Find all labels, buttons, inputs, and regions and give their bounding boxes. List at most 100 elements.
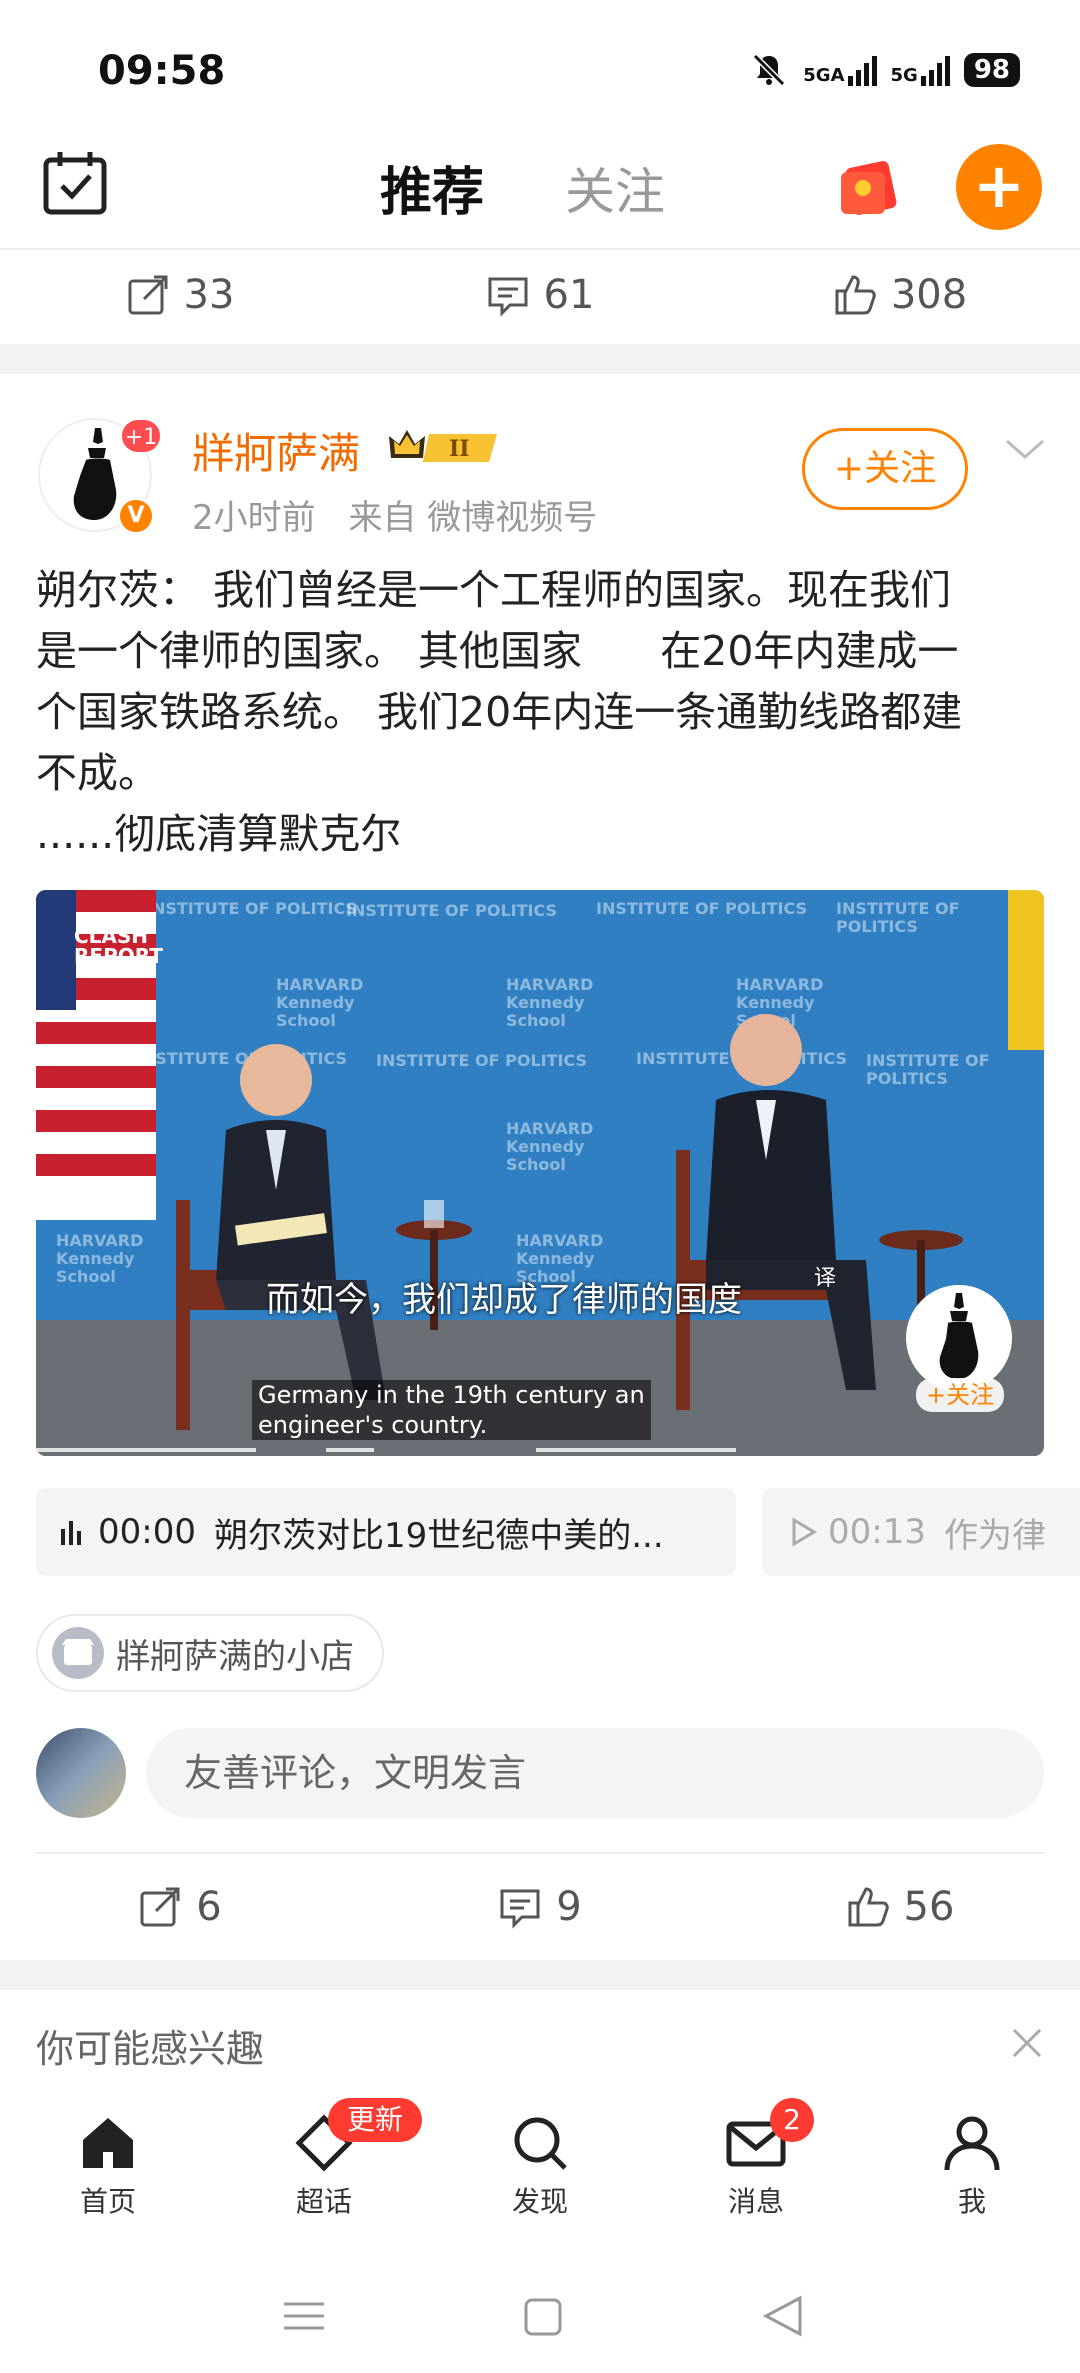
prev-post-actions: 33 61 308 — [0, 250, 1080, 340]
chapter-title: 朔尔茨对比19世纪德中美的... — [213, 1515, 664, 1556]
repost-button[interactable]: 6 — [0, 1862, 360, 1952]
like-count: 56 — [903, 1884, 955, 1930]
user-shop-link[interactable]: 牂牁萨满的小店 — [36, 1614, 384, 1692]
interviewer-figure — [176, 1044, 386, 1430]
video-follow-button[interactable]: +关注 — [916, 1378, 1005, 1412]
avatar-update-badge: +1 — [120, 418, 162, 454]
video-chapter-2[interactable]: 00:13 作为律 — [762, 1488, 1080, 1576]
repost-button[interactable]: 33 — [0, 250, 360, 340]
nav-me[interactable]: 我 — [864, 2100, 1080, 2260]
signal-5g: 5G — [891, 54, 950, 86]
nav-chaohua[interactable]: 超话 更新 — [216, 2098, 432, 2260]
nav-home[interactable]: 首页 — [0, 2100, 216, 2260]
nav-discover-label: 发现 — [511, 2185, 568, 2218]
backdrop-text: HARVARD Kennedy School — [506, 1119, 594, 1174]
top-nav: 推荐 关注 + — [0, 130, 1080, 248]
post-meta: 2小时前 来自 微博视频号 — [192, 490, 597, 539]
like-button[interactable]: 56 — [720, 1862, 1080, 1952]
comment-icon — [500, 1889, 540, 1929]
post-text-line: 是一个律师的国家。 其他国家 在20年内建成一 — [36, 627, 959, 675]
comment-button[interactable]: 9 — [360, 1862, 720, 1952]
repost-count: 33 — [183, 272, 235, 318]
like-button[interactable]: 308 — [720, 250, 1080, 340]
video-author-avatar[interactable] — [906, 1285, 1012, 1391]
comment-button[interactable]: 61 — [360, 250, 720, 340]
nav-chaohua-label: 超话 — [295, 2185, 352, 2218]
like-count: 308 — [890, 272, 968, 318]
backdrop-text: INSTITUTE OF POLITICS — [146, 899, 358, 918]
member-crown-icon: II — [389, 430, 497, 462]
status-icons: 5GA 5G 98 — [749, 50, 1020, 90]
unread-badge: 2 — [770, 2098, 814, 2142]
backdrop-text: INSTITUTE OF POLITICS — [376, 1051, 588, 1070]
system-nav-bar — [284, 2295, 802, 2337]
repost-count: 6 — [196, 1884, 222, 1930]
my-avatar[interactable] — [36, 1728, 126, 1818]
tab-following[interactable]: 关注 — [565, 152, 665, 224]
nav-me-label: 我 — [957, 2185, 986, 2218]
status-bar: 09:58 5GA 5G 98 — [0, 0, 1080, 130]
post-actions: 6 9 56 — [0, 1862, 1080, 1952]
person-icon — [944, 2116, 1000, 2171]
audio-bars-icon — [61, 1521, 81, 1545]
update-badge: 更新 — [328, 2098, 422, 2142]
nav-messages-label: 消息 — [727, 2185, 784, 2218]
post-text-line: 朔尔茨： 我们曾经是一个工程师的国家。现在我们 — [36, 566, 952, 614]
video-progress-bar[interactable] — [36, 1446, 1044, 1456]
home-square-icon[interactable] — [524, 2298, 562, 2336]
red-packet-icon[interactable] — [835, 158, 905, 218]
share-icon — [140, 1887, 180, 1927]
video-subtitle-cn: 而如今，我们却成了律师的国度 — [266, 1280, 742, 1320]
compose-plus-button[interactable]: + — [956, 144, 1042, 230]
share-icon — [128, 275, 168, 315]
yellow-flag-edge — [1008, 890, 1044, 1050]
back-triangle-icon[interactable] — [762, 2295, 802, 2337]
username[interactable]: 牂牁萨满 — [192, 420, 360, 481]
clash-report-watermark: CLASH REPORT — [74, 924, 163, 968]
close-icon[interactable] — [1010, 2026, 1044, 2060]
chapter-time: 00:13 — [828, 1512, 926, 1552]
follow-button[interactable]: +关注 — [802, 428, 968, 510]
backdrop-text: HARVARD Kennedy School — [56, 1231, 144, 1286]
chevron-down-icon[interactable] — [1003, 435, 1047, 465]
mute-bell-icon — [753, 53, 786, 87]
post-text-line: 不成。 — [36, 749, 159, 797]
shop-label: 牂牁萨满的小店 — [116, 1636, 354, 1677]
comment-input[interactable]: 友善评论，文明发言 — [146, 1728, 1044, 1818]
post-separator — [0, 1960, 1080, 1990]
home-icon — [83, 2118, 133, 2168]
comment-icon — [488, 277, 528, 317]
nav-messages[interactable]: 消息 2 — [648, 2098, 864, 2260]
thumbs-up-icon — [835, 275, 876, 315]
battery-indicator: 98 — [963, 53, 1020, 87]
svg-text:II: II — [449, 436, 470, 462]
backdrop-text: INSTITUTE OF POLITICS — [596, 899, 808, 918]
tab-recommend[interactable]: 推荐 — [380, 150, 484, 225]
hand-statue-icon — [939, 1293, 979, 1379]
recommend-section-title: 你可能感兴趣 — [36, 2027, 265, 2071]
post-separator — [0, 344, 1080, 374]
shop-icon — [52, 1627, 104, 1679]
signal-5ga: 5GA — [803, 54, 877, 86]
comment-count: 61 — [543, 272, 595, 318]
bottom-nav: 首页 超话 更新 发现 消息 2 我 — [0, 2098, 1080, 2260]
video-player[interactable]: INSTITUTE OF POLITICS INSTITUTE OF POLIT… — [36, 890, 1044, 1456]
nav-home-label: 首页 — [79, 2185, 136, 2218]
comment-count: 9 — [556, 1884, 582, 1930]
nav-discover[interactable]: 发现 — [432, 2100, 648, 2260]
status-time: 09:58 — [98, 48, 226, 94]
video-subtitle-en: Germany in the 19th century an engineer'… — [252, 1380, 651, 1440]
translate-mark: 译 — [814, 1266, 837, 1291]
post-text: 朔尔茨： 我们曾经是一个工程师的国家。现在我们 是一个律师的国家。 其他国家 在… — [36, 560, 1046, 865]
video-chapter-1[interactable]: 00:00 朔尔茨对比19世纪德中美的... — [36, 1488, 736, 1576]
verified-badge-icon: V — [117, 497, 155, 535]
menu-icon[interactable] — [284, 2302, 324, 2330]
chapter-time: 00:00 — [98, 1512, 196, 1552]
search-icon — [514, 2117, 567, 2170]
post-time: 2小时前 — [192, 498, 316, 538]
play-icon — [792, 1517, 817, 1547]
backdrop-text: INSTITUTE OF POLITICS — [346, 901, 558, 920]
post-source: 来自 微博视频号 — [348, 498, 598, 538]
weibo-feed-page: 09:58 5GA 5G 98 推荐 关注 + 33 61 308 +1 V 牂… — [0, 0, 1080, 2373]
calendar-check-icon[interactable] — [40, 148, 110, 218]
